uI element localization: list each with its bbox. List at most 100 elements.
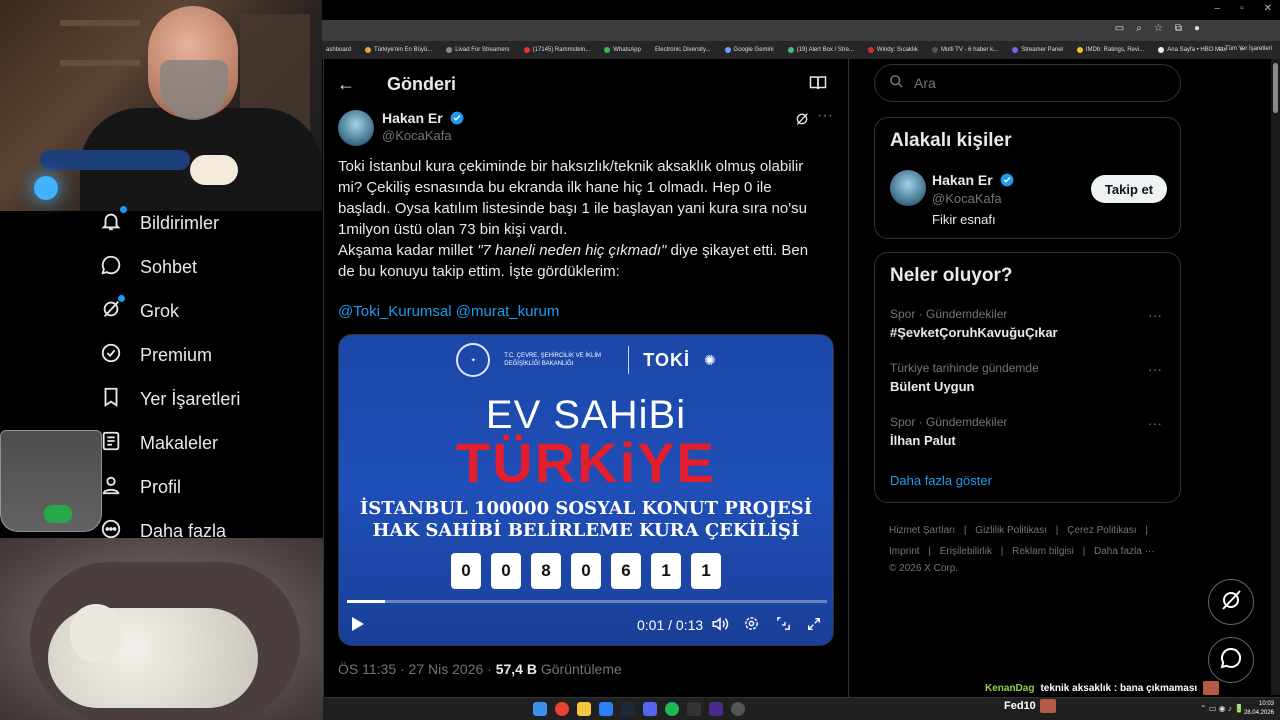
article-icon [100, 430, 122, 457]
divider [628, 346, 630, 374]
bookmark-item[interactable]: Windy: Sıcaklık [867, 47, 918, 53]
footer-link[interactable]: Gizlilik Politikası [975, 525, 1047, 536]
profile-icon[interactable]: ● [1194, 23, 1200, 34]
play-icon[interactable] [351, 616, 365, 635]
bookmark-item[interactable]: Streamer Panel [1012, 47, 1063, 53]
post-author[interactable]: Hakan Er @KocaKafa [338, 110, 464, 146]
zoom-icon[interactable]: ⌕ [1136, 23, 1142, 34]
nav-item-chat[interactable]: Sohbet [100, 254, 197, 281]
trend-item[interactable]: Türkiye tarihinde gündemde Bülent Uygun … [890, 361, 1170, 394]
bookmark-item[interactable]: Electronic Diversity... [655, 47, 711, 53]
close-icon[interactable]: ✕ [1264, 3, 1272, 14]
grok-fab-button[interactable] [1208, 579, 1254, 625]
all-bookmarks-button[interactable]: ▭ Tüm Yer İşaretleri [1218, 45, 1272, 52]
more-options-icon[interactable]: ··· [1148, 307, 1162, 323]
bookmark-item[interactable]: (17145) Rammstein... [523, 47, 591, 53]
picture-in-picture-icon[interactable] [775, 615, 792, 635]
author-name[interactable]: Hakan Er [382, 110, 443, 126]
grok-explain-icon[interactable] [794, 111, 810, 132]
folder-icon[interactable] [577, 702, 591, 716]
bookmark-item[interactable]: IMDb: Ratings, Revi... [1076, 47, 1144, 53]
cast-icon[interactable]: ▭ [1115, 23, 1124, 34]
footer-link[interactable]: Çerez Politikası [1067, 525, 1136, 536]
more-options-icon[interactable]: ··· [1148, 415, 1162, 431]
trend-context: Türkiye tarihinde gündemde [890, 361, 1039, 375]
footer-separator: | [928, 546, 931, 557]
back-arrow-icon[interactable]: ← [337, 74, 357, 95]
avatar[interactable] [890, 170, 926, 206]
footer-link[interactable]: Imprint [889, 546, 920, 557]
author-handle[interactable]: @KocaKafa [382, 128, 464, 143]
bookmark-item[interactable]: ashboard [326, 47, 351, 53]
post-timestamp[interactable]: ÖS 11:35 · 27 Nis 2026 · [338, 661, 496, 677]
bookmark-item[interactable]: (19) Alert Box / Stre... [787, 47, 854, 53]
trend-item[interactable]: Spor · Gündemdekiler #ŞevketÇoruhKavuğuÇ… [890, 307, 1170, 340]
nav-item-profile[interactable]: Profil [100, 474, 181, 501]
app-icon[interactable] [731, 702, 745, 716]
bookmark-item[interactable]: Livad For Streamers [446, 47, 510, 53]
volume-icon[interactable] [711, 616, 729, 635]
more-options-icon[interactable]: ··· [1148, 361, 1162, 377]
related-handle[interactable]: @KocaKafa [932, 191, 1002, 206]
related-name[interactable]: Hakan Er [932, 172, 993, 188]
chrome-icon[interactable] [555, 702, 569, 716]
scrollbar-thumb[interactable] [1273, 63, 1278, 113]
app-icon[interactable] [709, 702, 723, 716]
bookmark-favicon [787, 47, 794, 53]
bookmark-favicon [523, 47, 530, 53]
footer-link[interactable]: Hizmet Şartları [889, 525, 955, 536]
extensions-icon[interactable]: ⧉ [1175, 23, 1182, 34]
system-tray[interactable]: ⌃ ▭ ◉ ♪ 🔋 [1200, 704, 1244, 713]
steam-icon[interactable] [621, 702, 635, 716]
system-clock[interactable]: 10:03 28.04.2026 [1244, 700, 1274, 718]
view-count: 57,4 B [495, 661, 537, 677]
video-progress-bar[interactable] [347, 600, 827, 603]
nav-item-bookmarks[interactable]: Yer İşaretleri [100, 386, 240, 413]
bookmark-item[interactable]: Multi TV - 6 haber k... [931, 47, 998, 53]
more-options-icon[interactable]: ··· [817, 107, 833, 125]
lottery-digit: 1 [691, 553, 721, 589]
video-subtitle-line1: İSTANBUL 100000 SOSYAL KONUT PROJESİ [359, 498, 813, 519]
bookmark-label: Google Gemini [733, 47, 774, 53]
minimize-icon[interactable]: – [1215, 3, 1221, 14]
follow-button[interactable]: Takip et [1091, 175, 1167, 203]
reader-mode-icon[interactable] [809, 75, 827, 96]
bookmark-item[interactable]: Ana Sayfa • HBO Max [1158, 47, 1226, 53]
epic-icon[interactable] [687, 702, 701, 716]
settings-gear-icon[interactable] [743, 615, 760, 635]
footer-link[interactable]: Reklam bilgisi [1012, 546, 1074, 557]
discord-icon[interactable] [643, 702, 657, 716]
nav-item-notifications[interactable]: Bildirimler [100, 206, 219, 237]
video-player[interactable]: ✦ T.C. ÇEVRE, ŞEHİRCİLİK VE İKLİM DEĞİŞİ… [338, 334, 834, 646]
bookmark-item[interactable]: WhatsApp [604, 47, 641, 53]
spotify-icon[interactable] [665, 702, 679, 716]
nav-item-grok[interactable]: Grok [100, 295, 179, 325]
video-controls: 0:01 / 0:13 [339, 611, 833, 639]
page-scrollbar[interactable] [1271, 59, 1280, 695]
browser-toolbar: ▭ ⌕ ☆ ⧉ ● [322, 20, 1280, 41]
footer-link[interactable]: Erişilebilirlik [940, 546, 992, 557]
bookmark-label: (17145) Rammstein... [532, 47, 591, 53]
windows-start-icon[interactable] [533, 702, 547, 716]
post-mentions[interactable]: @Toki_Kurumsal @murat_kurum [338, 303, 559, 320]
bookmark-item[interactable]: Türkiye'nin En Büyü... [365, 47, 432, 53]
footer-link[interactable]: Daha fazla ··· [1094, 546, 1155, 557]
fullscreen-icon[interactable] [806, 616, 822, 635]
trend-item[interactable]: Spor · Gündemdekiler İlhan Palut ··· [890, 415, 1170, 448]
show-more-link[interactable]: Daha fazla göster [890, 473, 992, 488]
avatar[interactable] [338, 110, 374, 146]
video-subtitle-line2: HAK SAHİBİ BELİRLEME KURA ÇEKİLİŞİ [372, 520, 800, 541]
related-name-row[interactable]: Hakan Er [932, 172, 1014, 188]
bookmark-item[interactable]: Google Gemini [724, 47, 774, 53]
footer-separator: | [1000, 546, 1004, 557]
maximize-icon[interactable]: ▫ [1240, 3, 1244, 14]
video-progress-fill [347, 600, 386, 603]
app-icon[interactable] [599, 702, 613, 716]
messages-fab-button[interactable] [1208, 637, 1254, 683]
lottery-digit: 6 [611, 553, 641, 589]
search-box[interactable]: Ara [874, 64, 1181, 102]
nav-item-articles[interactable]: Makaleler [100, 430, 218, 457]
grok-dot [118, 295, 125, 302]
star-icon[interactable]: ☆ [1154, 23, 1163, 34]
nav-item-premium[interactable]: Premium [100, 342, 212, 369]
